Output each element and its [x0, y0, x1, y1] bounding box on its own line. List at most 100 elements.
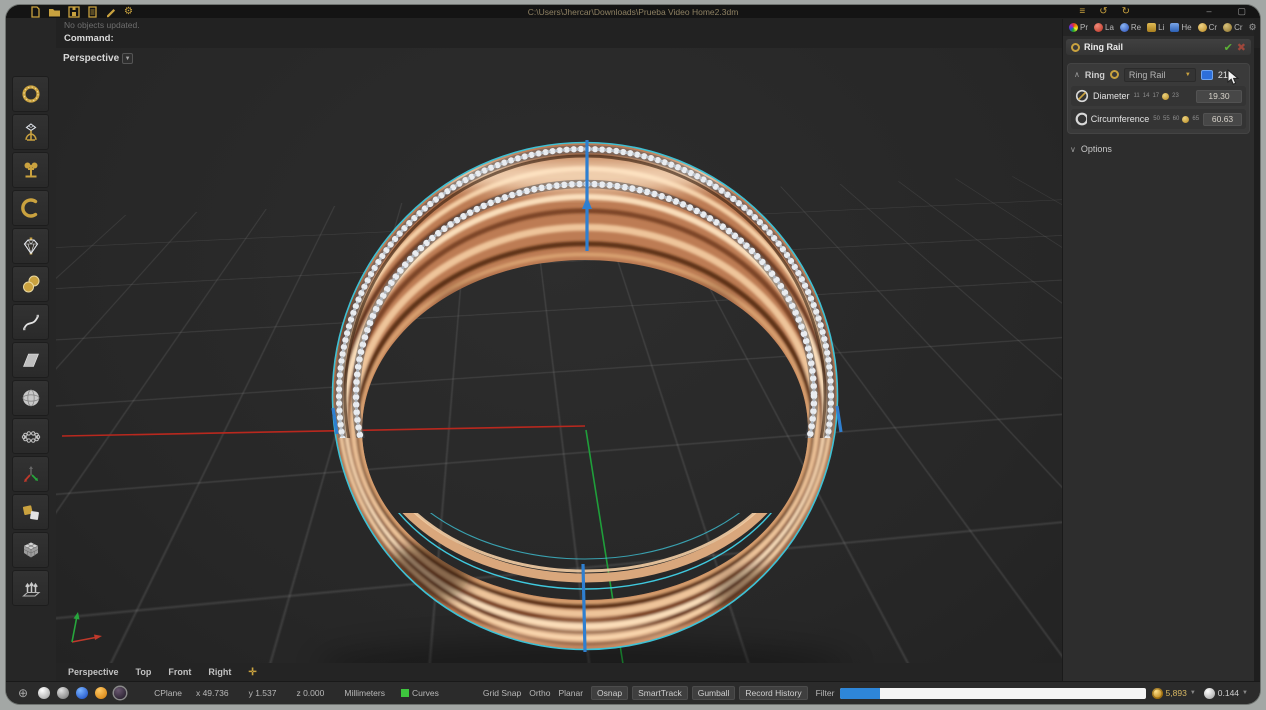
panel-title: Ring Rail	[1084, 42, 1123, 52]
tracking-target-icon[interactable]: ⊕	[18, 687, 28, 699]
toggle-grid-snap[interactable]: Grid Snap	[483, 688, 521, 698]
sphere-tool[interactable]	[12, 380, 49, 416]
dropdown-arrow-icon[interactable]: ▼	[1242, 690, 1248, 696]
tab-perspective[interactable]: Perspective	[68, 667, 119, 677]
circumference-slider[interactable]: 50 55 60 65	[1153, 116, 1199, 123]
material-gold[interactable]	[95, 687, 107, 699]
signet-tool[interactable]	[12, 152, 49, 188]
cancel-button[interactable]: ✖	[1237, 41, 1246, 54]
tab-layers[interactable]: La	[1094, 23, 1114, 32]
layer-color-swatch	[401, 689, 409, 697]
toggle-gumball[interactable]: Gumball	[692, 686, 736, 700]
redo-icon[interactable]: ↻	[1122, 7, 1130, 17]
new-document-icon[interactable]	[30, 6, 41, 18]
edit-pen-icon[interactable]	[105, 6, 117, 18]
surface-tool[interactable]	[12, 342, 49, 378]
collapse-caret-icon[interactable]: ∧	[1074, 70, 1080, 79]
titlebar: ⚙ C:\Users\Jhercar\Downloads\Prueba Vide…	[6, 5, 1260, 18]
material-blue[interactable]	[76, 687, 88, 699]
tab-library[interactable]: Li	[1147, 23, 1164, 32]
diameter-slider[interactable]: 11 14 17 23	[1134, 93, 1179, 100]
beads-tool[interactable]	[12, 266, 49, 302]
statusbar: ⊕ CPlane x 49.736 y 1.537 z 0.000 Millim…	[6, 681, 1260, 704]
tab-properties[interactable]: Pr	[1069, 23, 1088, 32]
settings-gear-icon[interactable]: ⚙	[124, 7, 133, 17]
ring-rail-tool[interactable]	[12, 190, 49, 226]
tab-creator[interactable]: Cr	[1198, 23, 1217, 32]
emboss-tool[interactable]	[12, 570, 49, 606]
transform-axes-tool[interactable]	[12, 456, 49, 492]
minimize-button[interactable]: –	[1206, 7, 1211, 16]
tab-render[interactable]: Re	[1120, 23, 1141, 32]
eternity-ring-icon	[20, 425, 42, 447]
tab-right[interactable]: Right	[208, 667, 231, 677]
tab-front[interactable]: Front	[168, 667, 191, 677]
gem-ring-tool[interactable]	[12, 76, 49, 112]
layer-indicator[interactable]: Curves	[401, 688, 439, 698]
right-panel: Pr La Re Li He Cr Cr ⚙ Ring Rail ✔ ✖ ∧ R…	[1062, 19, 1254, 681]
coordinate-y: y 1.537	[249, 688, 277, 698]
toggle-record-history[interactable]: Record History	[739, 686, 807, 700]
command-prompt[interactable]: Command:	[64, 33, 114, 44]
document-icon[interactable]	[87, 6, 98, 18]
slider-knob[interactable]	[1182, 116, 1189, 123]
filter-label[interactable]: Filter	[816, 688, 835, 698]
display-size-icon[interactable]	[1201, 70, 1213, 80]
slider-knob[interactable]	[1162, 93, 1169, 100]
tab-top[interactable]: Top	[136, 667, 152, 677]
viewport-label[interactable]: Perspective ▼	[63, 53, 133, 64]
sphere-icon	[20, 387, 42, 409]
window-buttons: – ▢	[1206, 7, 1246, 16]
circumference-value[interactable]: 60.63	[1203, 113, 1242, 126]
undo-icon[interactable]: ↺	[1099, 7, 1107, 17]
ring-section-header[interactable]: ∧ Ring Ring Rail ▼ 21	[1071, 66, 1246, 83]
panel-title-bar: Ring Rail ✔ ✖	[1066, 39, 1251, 55]
voxel-cube-icon	[20, 539, 42, 561]
open-folder-icon[interactable]	[48, 6, 61, 18]
options-section-header[interactable]: ∨ Options	[1070, 144, 1247, 154]
prong-setting-icon	[20, 121, 42, 143]
toggle-smarttrack[interactable]: SmartTrack	[632, 686, 688, 700]
filter-progress-bar[interactable]	[840, 688, 1145, 699]
material-white[interactable]	[38, 687, 50, 699]
gemstone-tool[interactable]	[12, 228, 49, 264]
toggle-planar[interactable]: Planar	[558, 688, 583, 698]
eternity-ring-tool[interactable]	[12, 418, 49, 454]
gem-ring-icon	[20, 83, 42, 105]
curve-tool[interactable]	[12, 304, 49, 340]
menu-icon[interactable]: ≡	[1079, 7, 1085, 17]
gem-weight-counter[interactable]: 0.144 ▼	[1204, 688, 1248, 699]
add-viewport-icon[interactable]: ✛	[248, 667, 256, 678]
application-window: ⚙ C:\Users\Jhercar\Downloads\Prueba Vide…	[6, 5, 1260, 704]
puzzle-tool[interactable]	[12, 494, 49, 530]
chevron-down-icon[interactable]: ▼	[122, 53, 133, 64]
circumference-label: Circumference	[1091, 114, 1150, 124]
toggle-ortho[interactable]: Ortho	[529, 688, 550, 698]
material-dark-selected[interactable]	[114, 687, 126, 699]
tab-help[interactable]: He	[1170, 23, 1191, 32]
material-gray[interactable]	[57, 687, 69, 699]
preset-dropdown[interactable]: Ring Rail ▼	[1124, 68, 1196, 82]
tab-creator-2[interactable]: Cr	[1223, 23, 1242, 32]
left-toolbar	[6, 18, 56, 681]
save-icon[interactable]	[68, 6, 80, 18]
maximize-button[interactable]: ▢	[1237, 7, 1246, 16]
cplane-button[interactable]: CPlane	[154, 688, 182, 698]
panel-gear-icon[interactable]: ⚙	[1249, 22, 1257, 33]
toggle-osnap[interactable]: Osnap	[591, 686, 628, 700]
diameter-value[interactable]: 19.30	[1196, 90, 1242, 103]
progress-fill	[840, 688, 880, 699]
dropdown-arrow-icon[interactable]: ▼	[1190, 690, 1196, 696]
coordinate-x: x 49.736	[196, 688, 229, 698]
render-icon	[1120, 23, 1129, 32]
metal-weight-counter[interactable]: 5,893 ▼	[1152, 688, 1196, 699]
viewport-tabs: Perspective Top Front Right ✛	[56, 663, 1062, 681]
viewport-label-text: Perspective	[63, 53, 119, 64]
confirm-button[interactable]: ✔	[1224, 41, 1233, 54]
voxel-cube-tool[interactable]	[12, 532, 49, 568]
viewport-3d[interactable]: Perspective ▼	[56, 48, 1062, 663]
curve-icon	[20, 311, 42, 333]
prong-setting-tool[interactable]	[12, 114, 49, 150]
expand-caret-icon[interactable]: ∨	[1070, 145, 1076, 154]
units-button[interactable]: Millimeters	[344, 688, 385, 698]
